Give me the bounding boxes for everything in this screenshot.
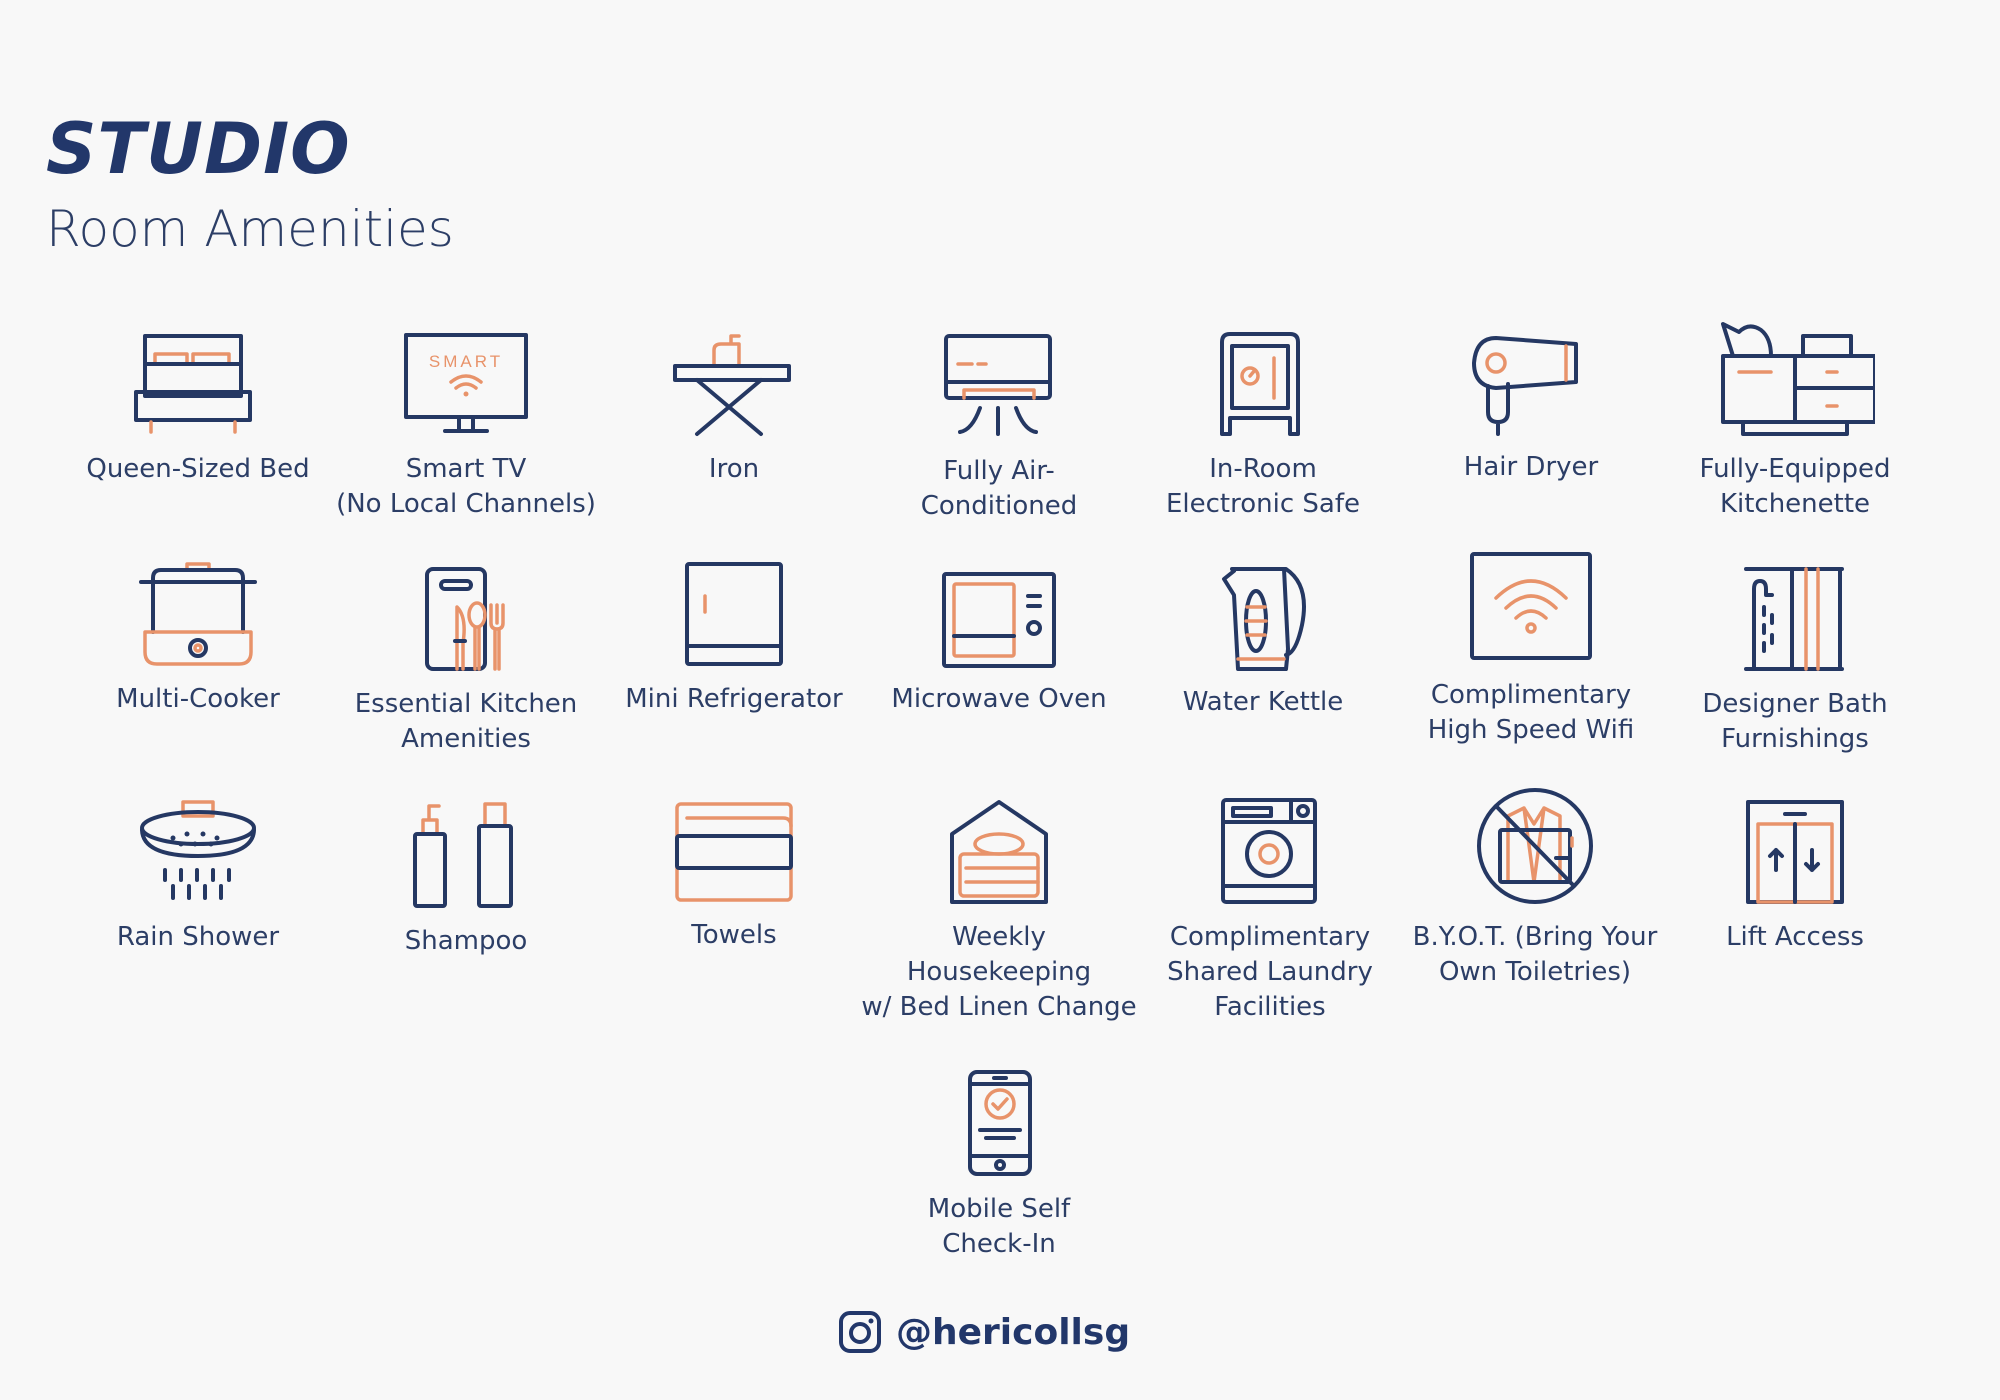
bed-icon	[134, 334, 252, 434]
amenity-designer-bath: Designer Bath Furnishings	[1655, 565, 1935, 757]
amenity-laundry: Complimentary Shared Laundry Facilities	[1130, 796, 1410, 1025]
housekeeping-icon	[950, 800, 1048, 904]
amenity-label: Smart TV (No Local Channels)	[336, 454, 596, 519]
amenity-label: Rain Shower	[116, 922, 280, 952]
wifi-icon	[1470, 552, 1592, 660]
amenity-label: Queen-Sized Bed	[86, 454, 310, 484]
kitchenette-icon	[1721, 322, 1875, 436]
amenity-label: Shampoo	[404, 926, 528, 956]
instagram-footer[interactable]: @hericollsg	[838, 1310, 1130, 1354]
page-title: STUDIO	[46, 108, 351, 190]
amenity-label: Fully Air- Conditioned	[920, 456, 1078, 521]
amenity-housekeeping: Weekly Housekeeping w/ Bed Linen Change	[859, 798, 1139, 1025]
kettle-icon	[1222, 567, 1306, 671]
amenity-label: Microwave Oven	[891, 684, 1107, 714]
amenity-microwave: Microwave Oven	[859, 570, 1139, 717]
kitchen-utensils-icon	[425, 567, 505, 671]
amenity-towels: Towels	[594, 800, 874, 953]
lift-icon	[1746, 800, 1844, 904]
amenity-wifi: Complimentary High Speed Wifi	[1391, 550, 1671, 748]
no-toiletries-icon	[1477, 788, 1593, 904]
amenity-air-conditioned: Fully Air- Conditioned	[859, 332, 1139, 524]
amenity-water-kettle: Water Kettle	[1123, 565, 1403, 720]
amenity-kitchen-amenities: Essential Kitchen Amenities	[326, 565, 606, 757]
amenity-kitchenette: Fully-Equipped Kitchenette	[1655, 318, 1935, 522]
amenity-label: Complimentary High Speed Wifi	[1427, 680, 1635, 745]
instagram-icon	[839, 1311, 881, 1353]
amenity-label: Hair Dryer	[1463, 452, 1599, 482]
shampoo-icon	[413, 802, 513, 908]
amenity-label: Iron	[708, 454, 760, 484]
amenity-label: Lift Access	[1726, 922, 1864, 952]
amenity-label: Designer Bath Furnishings	[1702, 689, 1888, 754]
amenity-hair-dryer: Hair Dryer	[1391, 330, 1671, 485]
amenity-label: Mini Refrigerator	[625, 684, 843, 714]
instagram-handle[interactable]: @hericollsg	[896, 1312, 1130, 1353]
amenity-label: Fully-Equipped Kitchenette	[1699, 454, 1891, 519]
amenity-label: Water Kettle	[1182, 687, 1344, 717]
iron-icon	[673, 334, 791, 436]
amenity-lift: Lift Access	[1655, 798, 1935, 955]
air-conditioner-icon	[944, 334, 1052, 436]
mobile-checkin-icon	[968, 1070, 1032, 1176]
amenity-iron: Iron	[594, 330, 874, 487]
washing-machine-icon	[1221, 798, 1317, 904]
amenity-queen-bed: Queen-Sized Bed	[58, 328, 338, 487]
amenity-smart-tv: SMART Smart TV (No Local Channels)	[326, 330, 606, 522]
safe-icon	[1220, 332, 1300, 436]
amenity-label: Mobile Self Check-In	[927, 1194, 1071, 1259]
hair-dryer-icon	[1472, 336, 1578, 436]
multi-cooker-icon	[139, 562, 257, 666]
amenity-byot: B.Y.O.T. (Bring Your Own Toiletries)	[1395, 786, 1675, 990]
amenity-label: In-Room Electronic Safe	[1165, 454, 1360, 519]
smart-tv-icon: SMART	[404, 333, 528, 433]
amenity-multi-cooker: Multi-Cooker	[58, 560, 338, 717]
amenity-mobile-checkin: Mobile Self Check-In	[859, 1068, 1139, 1262]
mini-fridge-icon	[685, 562, 783, 666]
amenity-rain-shower: Rain Shower	[58, 798, 338, 955]
amenity-mini-refrigerator: Mini Refrigerator	[594, 560, 874, 717]
amenity-label: Towels	[691, 920, 777, 950]
towels-icon	[675, 802, 793, 902]
smart-tv-icon-text: SMART	[429, 352, 503, 371]
microwave-icon	[942, 572, 1056, 668]
page-subtitle: Room Amenities	[46, 200, 454, 258]
amenity-label: Multi-Cooker	[116, 684, 280, 714]
amenity-label: Complimentary Shared Laundry Facilities	[1167, 922, 1373, 1022]
amenity-shampoo: Shampoo	[326, 798, 606, 959]
amenity-label: B.Y.O.T. (Bring Your Own Toiletries)	[1412, 922, 1658, 987]
amenity-electronic-safe: In-Room Electronic Safe	[1123, 330, 1403, 522]
amenity-label: Weekly Housekeeping w/ Bed Linen Change	[861, 922, 1137, 1022]
bath-icon	[1744, 567, 1844, 671]
rain-shower-icon	[140, 800, 256, 900]
amenity-label: Essential Kitchen Amenities	[354, 689, 578, 754]
